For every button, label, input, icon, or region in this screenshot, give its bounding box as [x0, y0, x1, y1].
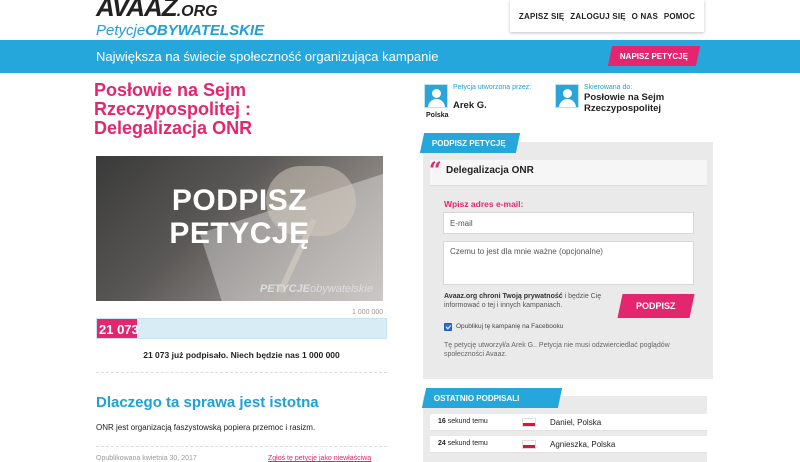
divider — [96, 372, 387, 373]
logo-sub-bold-text: OBYWATELSKIE — [145, 22, 265, 39]
avaaz-logo[interactable]: AVAAZ.ORG PetycjeOBYWATELSKIE — [96, 0, 264, 39]
nav-login-link[interactable]: ZALOGUJ SIĘ — [570, 12, 626, 21]
logo-main-text: AVAAZ — [96, 0, 178, 22]
hero-line-2: PETYCJĘ — [169, 217, 310, 250]
quote-icon: “ — [429, 158, 442, 184]
why-important-heading: Dlaczego ta sprawa jest istotna — [96, 394, 319, 411]
published-date: Opublikowana kwietnia 30, 2017 — [96, 455, 197, 462]
report-petition-link[interactable]: Zgłoś tę petycje jako niewłaściwą — [268, 455, 371, 462]
list-item: 24 sekund temu Agnieszka, Polska — [430, 436, 707, 453]
recipient-avatar-icon — [555, 84, 579, 108]
new-petition-label: NAPISZ PETYCJĘ — [619, 51, 688, 61]
signer-name: Daniel, Polska — [550, 418, 602, 427]
divider — [96, 446, 387, 447]
signed-summary: 21 073 już podpisało. Niech będzie nas 1… — [143, 350, 340, 360]
poland-flag-icon — [522, 418, 536, 427]
facebook-publish-label: Opublikuj tę kampanię na Facebooku — [456, 323, 564, 330]
recipient-name: Posłowie na Sejm Rzeczypospolitej — [584, 92, 665, 114]
new-petition-button[interactable]: NAPISZ PETYCJĘ — [607, 46, 701, 66]
petition-hero-image: PODPISZ PETYCJĘ PETYCJEobywatelskie — [96, 156, 383, 301]
email-input[interactable] — [443, 212, 694, 234]
signer-name: Agnieszka, Polska — [550, 440, 616, 449]
privacy-note: Avaaz.org chroni Twoją prywatność i będz… — [444, 293, 602, 309]
poland-flag-icon — [522, 440, 536, 449]
sign-panel-tab-label: PODPISZ PETYCJĘ — [432, 138, 506, 148]
nav-help-link[interactable]: POMOC — [664, 12, 695, 21]
recent-signers-tab-label: OSTATNIO PODPISALI — [434, 393, 520, 403]
creator-label: Petycja utworzona przez: — [453, 84, 532, 91]
hero-brand: PETYCJEobywatelskie — [259, 283, 373, 295]
creator-country: Polska — [426, 112, 449, 119]
petition-disclaimer: Tę petycję utworzył/a Arek G.. Petycja n… — [444, 342, 670, 358]
why-important-text: ONR jest organizacją faszystowską popier… — [96, 423, 316, 432]
petition-title: Posłowie na Sejm Rzeczypospolitej : Dele… — [94, 80, 253, 138]
petition-quote: Delegalizacja ONR — [446, 165, 534, 176]
signature-count: 21 073 — [99, 322, 139, 337]
goal-label: 1 000 000 — [352, 309, 384, 316]
logo-org-text: .ORG — [176, 3, 218, 20]
recent-signers-tab: OSTATNIO PODPISALI — [421, 388, 563, 408]
list-item: 16 sekund temu Daniel, Polska — [430, 414, 707, 431]
email-label: Wpisz adres e-mail: — [444, 199, 524, 209]
sign-button[interactable]: PODPISZ — [617, 294, 695, 318]
sign-panel-tab: PODPISZ PETYCJĘ — [419, 133, 521, 153]
top-navigation: ZAPISZ SIĘ ZALOGUJ SIĘ O NAS POMOC — [510, 0, 704, 32]
nav-about-link[interactable]: O NAS — [632, 12, 658, 21]
creator-name: Arek G. — [453, 100, 487, 111]
site-header: AVAAZ.ORG PetycjeOBYWATELSKIE ZAPISZ SIĘ… — [0, 0, 800, 40]
creator-avatar-icon — [424, 84, 448, 108]
facebook-publish-checkbox[interactable] — [444, 323, 452, 331]
logo-sub-text: Petycje — [96, 22, 146, 39]
signature-progress-bar: 21 073 — [96, 318, 387, 339]
sign-button-label: PODPISZ — [636, 301, 676, 311]
reason-textarea[interactable] — [443, 241, 694, 285]
signer-time: 16 sekund temu — [438, 418, 488, 425]
recipient-label: Skierowana do: — [584, 84, 633, 91]
tagline-text: Największa na świecie społeczność organi… — [96, 49, 439, 64]
signer-time: 24 sekund temu — [438, 440, 488, 447]
hero-line-1: PODPISZ — [171, 184, 308, 217]
nav-signup-link[interactable]: ZAPISZ SIĘ — [519, 12, 565, 21]
